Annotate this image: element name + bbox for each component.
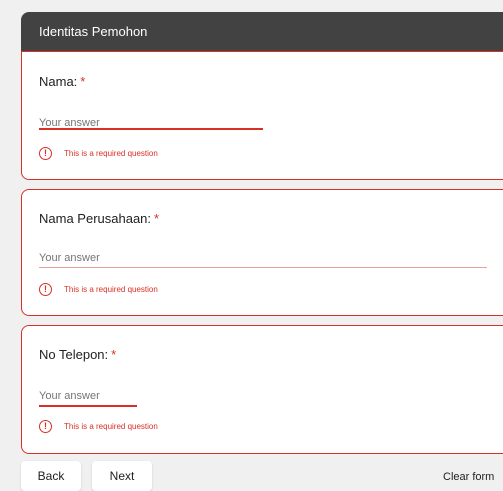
question-label: Nama: * [39, 74, 86, 89]
question-card-nama: Nama:* ! This is a required question [21, 51, 503, 180]
section-title: Identitas Pemohon [39, 24, 148, 39]
input-underline [39, 267, 487, 268]
question-card-no-telepon: No Telepon:* ! This is a required questi… [21, 325, 503, 454]
error-circle-icon: ! [39, 420, 52, 433]
no-telepon-input[interactable] [39, 389, 159, 403]
required-asterisk: * [80, 74, 86, 89]
nama-perusahaan-input[interactable] [39, 251, 479, 265]
question-label: No Telepon: * [39, 347, 117, 362]
question-card-nama-perusahaan: Nama Perusahaan:* ! This is a required q… [21, 189, 503, 316]
required-asterisk: * [111, 347, 117, 362]
error-circle-icon: ! [39, 283, 52, 296]
error-message: ! This is a required question [39, 147, 158, 160]
clear-form-button[interactable]: Clear form [443, 471, 494, 483]
input-underline [39, 128, 263, 130]
required-asterisk: * [154, 211, 160, 226]
error-message: ! This is a required question [39, 420, 158, 433]
error-circle-icon: ! [39, 147, 52, 160]
next-button[interactable]: Next [92, 461, 152, 491]
error-message: ! This is a required question [39, 283, 158, 296]
section-header: Identitas Pemohon [21, 12, 503, 51]
question-label: Nama Perusahaan: * [39, 211, 160, 226]
input-underline [39, 405, 137, 407]
back-button[interactable]: Back [21, 461, 81, 491]
